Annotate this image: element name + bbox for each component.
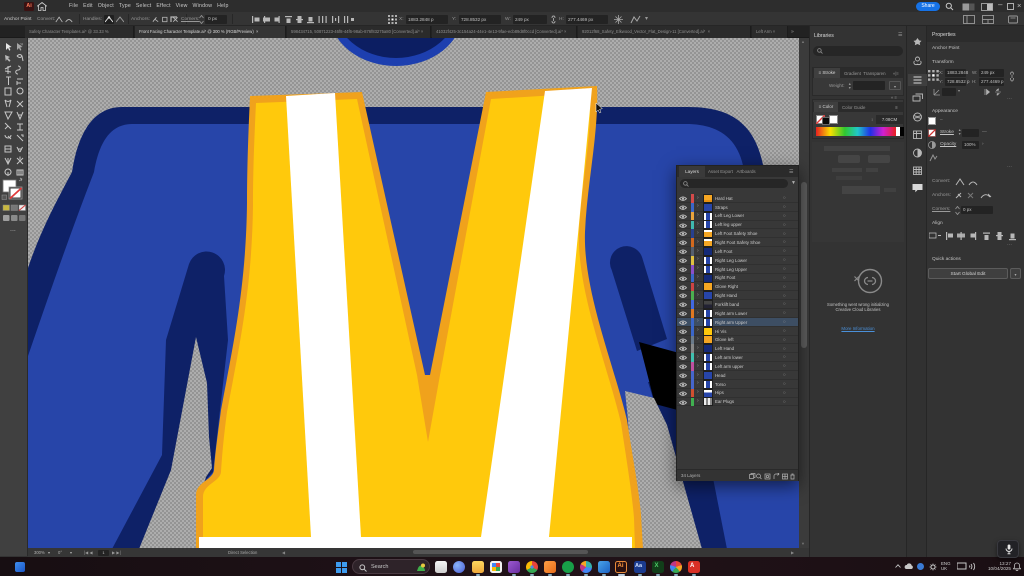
svg-text:...: ... [10,226,16,233]
